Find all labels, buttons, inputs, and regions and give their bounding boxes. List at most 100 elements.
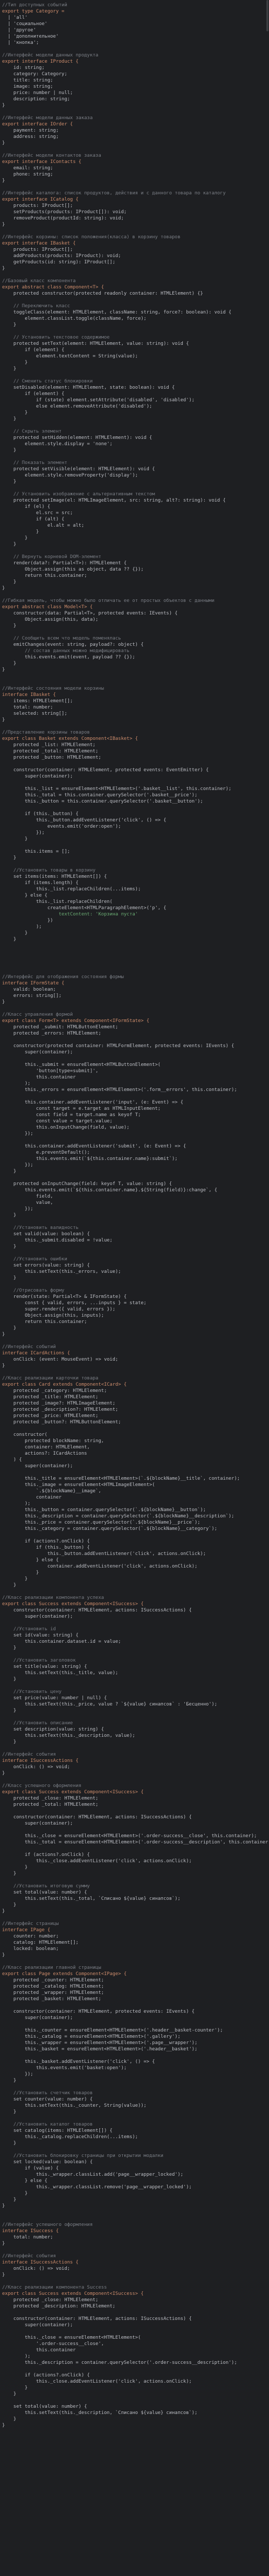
- code-line[interactable]: this.setText(this._errors, value);: [0, 1269, 269, 1275]
- code-line[interactable]: this._catalog = ensureElement<HTMLElemen…: [0, 2034, 269, 2040]
- code-blank-line[interactable]: [0, 1777, 269, 1783]
- code-line[interactable]: counter: number;: [0, 1933, 269, 1940]
- code-line[interactable]: errors: string[];: [0, 993, 269, 999]
- code-blank-line[interactable]: [0, 949, 269, 955]
- code-line[interactable]: constructor(data: Partial<T>, protected …: [0, 610, 269, 617]
- code-line[interactable]: }: [0, 359, 269, 366]
- code-line[interactable]: }: [0, 1331, 269, 1338]
- code-line[interactable]: products: IProduct[];: [0, 247, 269, 253]
- code-line[interactable]: protected _total: HTMLElement;: [0, 748, 269, 755]
- code-line[interactable]: this._button.addEventListener('click', (…: [0, 817, 269, 823]
- code-line[interactable]: });: [0, 1206, 269, 1212]
- code-line[interactable]: set title(value: string) {: [0, 1664, 269, 1670]
- code-blank-line[interactable]: [0, 1682, 269, 1689]
- code-blank-line[interactable]: [0, 2247, 269, 2253]
- code-line[interactable]: export interface IContacts {: [0, 159, 269, 165]
- code-line[interactable]: this._list = ensureElement<HTMLElement>(…: [0, 786, 269, 792]
- code-line[interactable]: | 'социальное': [0, 21, 269, 27]
- code-comment-line[interactable]: //Интерфейс успешного оформления: [0, 2222, 269, 2228]
- code-line[interactable]: this.container.dataset.id = value;: [0, 1639, 269, 1645]
- code-line[interactable]: value,: [0, 1200, 269, 1206]
- code-blank-line[interactable]: [0, 1714, 269, 1720]
- code-line[interactable]: else element.removeAttribute('disabled')…: [0, 403, 269, 410]
- code-line[interactable]: if (this._button) {: [0, 1545, 269, 1551]
- code-line[interactable]: this.container: [0, 1074, 269, 1081]
- code-line[interactable]: }: [0, 585, 269, 591]
- code-line[interactable]: }: [0, 999, 269, 1005]
- code-line[interactable]: );: [0, 2353, 269, 2360]
- code-line[interactable]: protected setVisible(element: HTMLElemen…: [0, 466, 269, 472]
- code-line[interactable]: element.style.removeProperty('display');: [0, 472, 269, 479]
- code-blank-line[interactable]: [0, 2278, 269, 2284]
- code-line[interactable]: this.setText(this._counter, String(value…: [0, 2103, 269, 2109]
- code-line[interactable]: this._button = this.container.querySelec…: [0, 798, 269, 805]
- code-line[interactable]: actions?: ICardActions: [0, 1451, 269, 1457]
- code-line[interactable]: Object.assign(this, data);: [0, 617, 269, 623]
- code-line[interactable]: this.items = [];: [0, 849, 269, 855]
- code-line[interactable]: });: [0, 830, 269, 836]
- code-line[interactable]: }: [0, 1212, 269, 1219]
- code-line[interactable]: valid: boolean;: [0, 987, 269, 993]
- code-line[interactable]: }: [0, 2197, 269, 2203]
- code-line[interactable]: }: [0, 930, 269, 936]
- code-line[interactable]: this.events.emit(`${this.container.name}…: [0, 1156, 269, 1162]
- code-line[interactable]: this.setText(this._total, `Списано ${val…: [0, 1896, 269, 1902]
- code-comment-line[interactable]: //Класс реализации главной страницы: [0, 1965, 269, 1971]
- code-line[interactable]: this._catalog.replaceChildren(...items);: [0, 2134, 269, 2140]
- code-line[interactable]: }: [0, 366, 269, 372]
- code-line[interactable]: }: [0, 2109, 269, 2115]
- code-line[interactable]: if (element) {: [0, 347, 269, 353]
- code-comment-line[interactable]: //Базовый класс компонента: [0, 278, 269, 284]
- code-line[interactable]: `.${blockName}__image`,: [0, 1488, 269, 1494]
- code-line[interactable]: }: [0, 140, 269, 146]
- code-line[interactable]: }: [0, 717, 269, 723]
- code-line[interactable]: } else {: [0, 1557, 269, 1563]
- code-comment-line[interactable]: // Установить текстовое содержимое: [0, 334, 269, 341]
- code-line[interactable]: this._button.addEventListener('click', a…: [0, 1551, 269, 1557]
- code-blank-line[interactable]: [0, 842, 269, 849]
- code-line[interactable]: if (el) {: [0, 504, 269, 510]
- code-line[interactable]: });: [0, 1131, 269, 1137]
- code-line[interactable]: export interface IOrder {: [0, 121, 269, 127]
- code-blank-line[interactable]: [0, 2021, 269, 2027]
- code-comment-line[interactable]: //Интерфейс состояния модели корзины: [0, 686, 269, 692]
- code-blank-line[interactable]: [0, 2209, 269, 2215]
- code-line[interactable]: this._total = ensureElement<HTMLElement>…: [0, 1839, 269, 1846]
- code-line[interactable]: constructor(container: HTMLElement, acti…: [0, 1814, 269, 1820]
- code-line[interactable]: }: [0, 479, 269, 485]
- code-line[interactable]: id: string;: [0, 65, 269, 71]
- code-blank-line[interactable]: [0, 1250, 269, 1256]
- code-line[interactable]: }: [0, 410, 269, 416]
- code-comment-line[interactable]: //Установить цену: [0, 1689, 269, 1695]
- code-line[interactable]: interface ISuccessActions {: [0, 1758, 269, 1764]
- code-line[interactable]: protected _wrapper: HTMLElement;: [0, 1990, 269, 1996]
- code-line[interactable]: description: string;: [0, 96, 269, 102]
- code-line[interactable]: this._basket = ensureElement<HTMLElement…: [0, 2046, 269, 2052]
- code-blank-line[interactable]: [0, 146, 269, 153]
- code-comment-line[interactable]: //Интерфейс страницы: [0, 1921, 269, 1927]
- code-line[interactable]: element.classList.toggle(className, forc…: [0, 316, 269, 322]
- code-comment-line[interactable]: // Сменить статус блокировки: [0, 378, 269, 385]
- code-line[interactable]: category: Category;: [0, 71, 269, 77]
- code-line[interactable]: set id(value: string) {: [0, 1632, 269, 1639]
- code-blank-line[interactable]: [0, 761, 269, 767]
- code-line[interactable]: return this.container;: [0, 1319, 269, 1325]
- code-line[interactable]: render(data?: Partial<T>): HTMLElement {: [0, 560, 269, 566]
- code-blank-line[interactable]: [0, 805, 269, 811]
- code-comment-line[interactable]: //Интерфейс каталога: список продуктов, …: [0, 190, 269, 196]
- code-comment-line[interactable]: //Интерфейс для отображения состояния фо…: [0, 974, 269, 980]
- code-line[interactable]: protected _button?: HTMLButtonElement;: [0, 1419, 269, 1425]
- code-line[interactable]: const { valid, errors, ...inputs } = sta…: [0, 1300, 269, 1306]
- code-line[interactable]: this._submit.disabled = !value;: [0, 1237, 269, 1244]
- code-line[interactable]: protected _description: HTMLElement;: [0, 2303, 269, 2310]
- code-blank-line[interactable]: [0, 1281, 269, 1287]
- code-line[interactable]: constructor(container: HTMLElement, acti…: [0, 1607, 269, 1614]
- code-comment-line[interactable]: //Тип доступных событий: [0, 2, 269, 8]
- code-blank-line[interactable]: [0, 1219, 269, 1225]
- code-blank-line[interactable]: [0, 955, 269, 961]
- code-blank-line[interactable]: [0, 1175, 269, 1181]
- code-line[interactable]: | 'all': [0, 15, 269, 21]
- code-line[interactable]: total: number;: [0, 704, 269, 711]
- code-line[interactable]: this._list.replaceChildren(: [0, 899, 269, 905]
- code-line[interactable]: textContent: 'Корзина пуста': [0, 911, 269, 918]
